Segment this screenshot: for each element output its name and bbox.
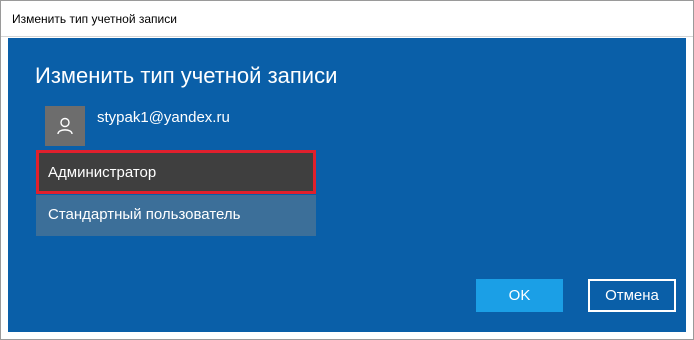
account-email: stypak1@yandex.ru — [97, 109, 230, 126]
ok-button[interactable]: OK — [476, 279, 563, 312]
account-type-dialog: Изменить тип учетной записи stypak1@yand… — [8, 38, 686, 332]
option-administrator[interactable]: Администратор — [36, 150, 316, 194]
window-title: Изменить тип учетной записи — [12, 12, 177, 26]
dialog-heading: Изменить тип учетной записи — [35, 63, 338, 88]
title-bar: Изменить тип учетной записи — [1, 1, 693, 37]
cancel-button[interactable]: Отмена — [588, 279, 676, 312]
option-standard-user-label: Стандартный пользователь — [48, 206, 241, 223]
user-icon — [57, 117, 73, 135]
option-standard-user[interactable]: Стандартный пользователь — [36, 195, 316, 236]
avatar — [45, 106, 85, 146]
option-administrator-label: Администратор — [48, 164, 157, 181]
change-account-type-window: Изменить тип учетной записи Изменить тип… — [0, 0, 694, 340]
